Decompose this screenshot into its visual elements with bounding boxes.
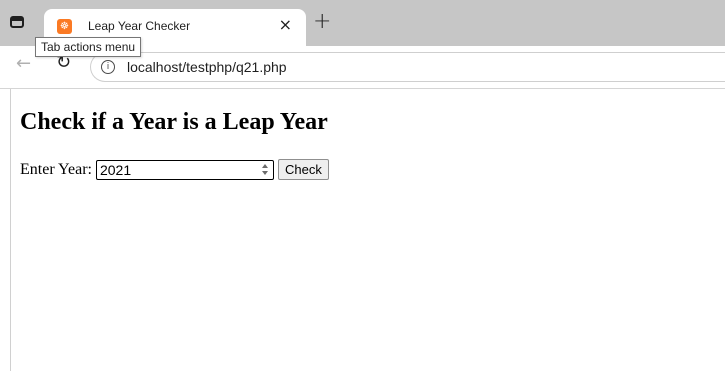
spin-down-icon[interactable] (261, 170, 268, 175)
browser-window: ☸ Leap Year Checker × + ← ↻ i localhost/… (0, 0, 725, 371)
back-icon[interactable]: ← (16, 53, 31, 74)
check-button[interactable]: Check (277, 159, 329, 180)
close-tab-icon[interactable]: × (279, 16, 292, 34)
tab-title: Leap Year Checker (88, 19, 191, 33)
tab-actions-tooltip: Tab actions menu (35, 37, 142, 57)
address-bar[interactable]: i localhost/testphp/q21.php (90, 52, 725, 82)
page-title: Check if a Year is a Leap Year (20, 109, 328, 135)
tab-actions-menu-icon[interactable] (10, 16, 24, 28)
year-spinner[interactable] (261, 163, 270, 177)
new-tab-icon[interactable]: + (313, 11, 331, 33)
year-input-box[interactable] (95, 159, 274, 180)
leap-year-form: Enter Year: Check (20, 159, 329, 180)
page-content: Check if a Year is a Leap Year Enter Yea… (10, 89, 725, 371)
url-text[interactable]: localhost/testphp/q21.php (127, 59, 287, 75)
year-input[interactable] (96, 160, 257, 179)
year-label: Enter Year: (20, 160, 92, 178)
site-info-icon[interactable]: i (101, 60, 115, 74)
xampp-favicon-icon: ☸ (57, 19, 72, 34)
spin-up-icon[interactable] (261, 163, 268, 168)
